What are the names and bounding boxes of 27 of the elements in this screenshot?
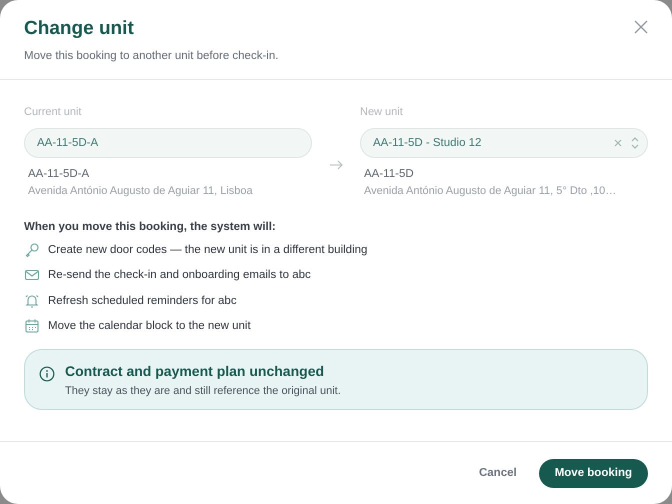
note-title: Contract and payment plan unchanged: [65, 363, 326, 379]
key-icon: [24, 242, 40, 258]
bell-icon: [24, 292, 40, 309]
clear-icon[interactable]: [613, 138, 623, 148]
changes-heading: When you move this booking, the system will:: [24, 221, 277, 233]
unit-field: AA-11-5D-A: [24, 128, 312, 158]
unit-address: Avenida António Augusto de Aguiar 11, Lisboa: [28, 185, 254, 197]
info-icon: [39, 366, 55, 382]
cancel-button[interactable]: Cancel: [478, 458, 517, 488]
change-text: Move the calendar block to the new unit: [48, 320, 251, 332]
dialog-subtitle: Move this booking to another unit before check-in.: [24, 50, 278, 62]
field-label: Current unit: [24, 106, 82, 118]
note-text: They stay as they are and still reference the original unit.: [65, 385, 341, 397]
unit-select[interactable]: AA-11-5D - Studio 12: [360, 128, 648, 158]
dialog-title: Change unit: [24, 18, 135, 40]
arrow-icon: [329, 160, 343, 170]
unit-code: AA-11-5D: [364, 168, 415, 180]
field-label: New unit: [360, 106, 404, 118]
unit-address: Avenida António Augusto de Aguiar 11, 5° Dto ,10…: [364, 185, 618, 197]
unit-code: AA-11-5D-A: [28, 168, 90, 180]
change-text: Create new door codes — the new unit is in a different building: [48, 244, 368, 256]
move-booking-button[interactable]: Move booking: [538, 458, 648, 488]
change-text: Refresh scheduled reminders for abc: [48, 294, 237, 307]
chevron-icon[interactable]: [631, 136, 639, 150]
close-icon[interactable]: [634, 20, 648, 34]
calendar-icon: [24, 318, 40, 334]
change-text: Re-send the check-in and onboarding emails to abc: [48, 269, 311, 282]
